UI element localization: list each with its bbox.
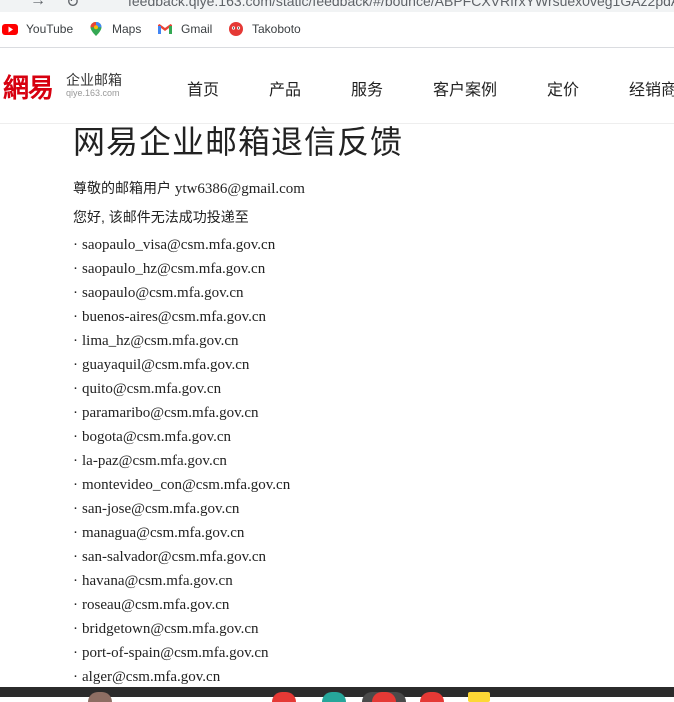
recipient-email: saopaulo_visa@csm.mfa.gov.cn bbox=[82, 237, 276, 253]
recipient-email: buenos-aires@csm.mfa.gov.cn bbox=[82, 309, 267, 325]
recipient-email: managua@csm.mfa.gov.cn bbox=[82, 525, 245, 541]
greeting-prefix: 尊敬的邮箱用户 bbox=[73, 180, 171, 196]
nav-distributors[interactable]: 经销商 bbox=[629, 76, 674, 100]
bullet: · bbox=[73, 405, 78, 421]
recipient-email: bogota@csm.mfa.gov.cn bbox=[82, 429, 232, 445]
recipient-email: san-jose@csm.mfa.gov.cn bbox=[82, 501, 240, 517]
bookmark-takoboto[interactable]: Takoboto bbox=[228, 21, 301, 37]
bullet: · bbox=[73, 429, 78, 445]
recipient-item: · saopaulo@csm.mfa.gov.cn bbox=[73, 285, 290, 309]
bullet: · bbox=[73, 645, 78, 661]
recipient-email: roseau@csm.mfa.gov.cn bbox=[82, 597, 230, 613]
forward-icon[interactable]: → bbox=[30, 0, 46, 10]
bullet: · bbox=[73, 501, 78, 517]
bookmark-youtube[interactable]: YouTube bbox=[2, 21, 73, 37]
recipient-item: · saopaulo_hz@csm.mfa.gov.cn bbox=[73, 261, 290, 285]
bullet: · bbox=[73, 573, 78, 589]
bullet: · bbox=[73, 597, 78, 613]
recipient-email: saopaulo@csm.mfa.gov.cn bbox=[82, 285, 244, 301]
recipient-email: bridgetown@csm.mfa.gov.cn bbox=[82, 621, 259, 637]
bookmark-label: Maps bbox=[112, 22, 142, 36]
greeting: 尊敬的邮箱用户 ytw6386@gmail.com bbox=[73, 178, 305, 198]
page-title: 网易企业邮箱退信反馈 bbox=[73, 123, 404, 161]
bounce-notice: 您好, 该邮件无法成功投递至 bbox=[73, 209, 249, 225]
address-bar[interactable]: feedback.qiye.163.com/static/feedback/#/… bbox=[128, 0, 674, 9]
recipient-item: · bogota@csm.mfa.gov.cn bbox=[73, 429, 290, 453]
nav-products[interactable]: 产品 bbox=[269, 76, 301, 100]
bullet: · bbox=[73, 525, 78, 541]
bookmark-maps[interactable]: Maps bbox=[88, 21, 141, 37]
recipient-email: havana@csm.mfa.gov.cn bbox=[82, 573, 233, 589]
recipient-list: · saopaulo_visa@csm.mfa.gov.cn · saopaulo_h… bbox=[73, 237, 290, 693]
taskbar-app-icon[interactable] bbox=[372, 692, 396, 702]
recipient-email: montevideo_con@csm.mfa.gov.cn bbox=[82, 477, 291, 493]
recipient-email: la-paz@csm.mfa.gov.cn bbox=[82, 453, 227, 469]
bookmark-label: YouTube bbox=[26, 22, 74, 36]
browser-toolbar: → ↻ feedback.qiye.163.com/static/feedbac… bbox=[0, 0, 674, 12]
maps-pin-icon bbox=[88, 21, 104, 37]
nav-services[interactable]: 服务 bbox=[351, 76, 383, 100]
recipient-item: · san-salvador@csm.mfa.gov.cn bbox=[73, 549, 290, 573]
bookmarks-bar: YouTube Maps Gmail Takoboto bbox=[0, 13, 674, 46]
logo-subtitle: 企业邮箱 bbox=[66, 72, 122, 88]
bullet: · bbox=[73, 477, 78, 493]
bullet: · bbox=[73, 237, 78, 253]
bullet: · bbox=[73, 309, 78, 325]
youtube-icon bbox=[2, 21, 18, 37]
taskbar-app-icon[interactable] bbox=[272, 692, 296, 702]
recipient-item: · saopaulo_visa@csm.mfa.gov.cn bbox=[73, 237, 290, 261]
recipient-item: · montevideo_con@csm.mfa.gov.cn bbox=[73, 477, 290, 501]
bullet: · bbox=[73, 333, 78, 349]
recipient-item: · port-of-spain@csm.mfa.gov.cn bbox=[73, 645, 290, 669]
recipient-email: quito@csm.mfa.gov.cn bbox=[82, 381, 222, 397]
taskbar-app-icon[interactable] bbox=[322, 692, 346, 702]
reload-icon[interactable]: ↻ bbox=[66, 0, 79, 12]
logo-text: 網易 bbox=[3, 74, 54, 104]
bullet: · bbox=[73, 261, 78, 277]
logo-domain: qiye.163.com bbox=[66, 88, 120, 98]
recipient-item: · paramaribo@csm.mfa.gov.cn bbox=[73, 405, 290, 429]
bullet: · bbox=[73, 549, 78, 565]
bookmark-label: Takoboto bbox=[252, 22, 301, 36]
recipient-email: alger@csm.mfa.gov.cn bbox=[82, 669, 221, 685]
taskbar bbox=[0, 687, 674, 702]
recipient-item: · roseau@csm.mfa.gov.cn bbox=[73, 597, 290, 621]
recipient-item: · bridgetown@csm.mfa.gov.cn bbox=[73, 621, 290, 645]
bullet: · bbox=[73, 285, 78, 301]
user-email: ytw6386@gmail.com bbox=[174, 181, 305, 197]
recipient-email: port-of-spain@csm.mfa.gov.cn bbox=[82, 645, 269, 661]
recipient-email: paramaribo@csm.mfa.gov.cn bbox=[82, 405, 259, 421]
bullet: · bbox=[73, 357, 78, 373]
takoboto-icon bbox=[228, 21, 244, 37]
recipient-email: lima_hz@csm.mfa.gov.cn bbox=[82, 333, 239, 349]
recipient-email: guayaquil@csm.mfa.gov.cn bbox=[82, 357, 250, 373]
recipient-item: · la-paz@csm.mfa.gov.cn bbox=[73, 453, 290, 477]
recipient-item: · lima_hz@csm.mfa.gov.cn bbox=[73, 333, 290, 357]
recipient-email: saopaulo_hz@csm.mfa.gov.cn bbox=[82, 261, 266, 277]
taskbar-app-icon[interactable] bbox=[420, 692, 444, 702]
recipient-item: · quito@csm.mfa.gov.cn bbox=[73, 381, 290, 405]
bookmark-label: Gmail bbox=[181, 22, 213, 36]
nav-customer-cases[interactable]: 客户案例 bbox=[433, 76, 497, 100]
recipient-item: · managua@csm.mfa.gov.cn bbox=[73, 525, 290, 549]
bullet: · bbox=[73, 381, 78, 397]
recipient-item: · buenos-aires@csm.mfa.gov.cn bbox=[73, 309, 290, 333]
bullet: · bbox=[73, 621, 78, 637]
bullet: · bbox=[73, 453, 78, 469]
nav-home[interactable]: 首页 bbox=[187, 76, 219, 100]
bullet: · bbox=[73, 669, 78, 685]
recipient-item: · havana@csm.mfa.gov.cn bbox=[73, 573, 290, 597]
gmail-icon bbox=[157, 21, 173, 37]
taskbar-app-icon[interactable] bbox=[468, 692, 490, 702]
site-header: 網易 企业邮箱 qiye.163.com 首页 产品 服务 客户案例 定价 经销… bbox=[0, 48, 674, 124]
nav-pricing[interactable]: 定价 bbox=[547, 76, 579, 100]
taskbar-app-icon[interactable] bbox=[88, 692, 112, 702]
bookmark-gmail[interactable]: Gmail bbox=[157, 21, 212, 37]
recipient-email: san-salvador@csm.mfa.gov.cn bbox=[82, 549, 267, 565]
recipient-item: · guayaquil@csm.mfa.gov.cn bbox=[73, 357, 290, 381]
recipient-item: · san-jose@csm.mfa.gov.cn bbox=[73, 501, 290, 525]
